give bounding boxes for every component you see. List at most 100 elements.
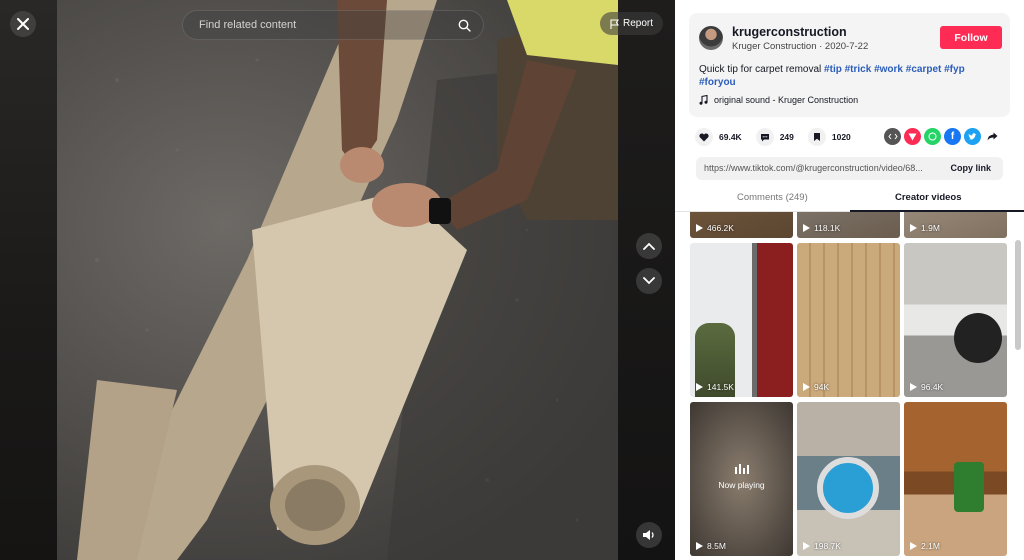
thumbnail-saw-shape bbox=[817, 457, 879, 519]
grid-scrollbar[interactable] bbox=[1015, 240, 1021, 350]
video-frame[interactable] bbox=[57, 0, 618, 560]
video-thumbnail[interactable]: 141.5K bbox=[690, 243, 793, 397]
next-video-button[interactable] bbox=[636, 268, 662, 294]
bookmark-icon bbox=[813, 133, 820, 141]
send-to-friends-icon[interactable] bbox=[904, 128, 921, 145]
comment-count: 249 bbox=[779, 132, 794, 142]
view-count: 8.5M bbox=[696, 541, 726, 551]
view-count: 96.4K bbox=[910, 382, 943, 392]
video-thumbnail[interactable]: 1.9M bbox=[904, 212, 1007, 238]
speaker-icon bbox=[643, 530, 654, 540]
share-link-url[interactable]: https://www.tiktok.com/@krugerconstructi… bbox=[704, 163, 939, 173]
view-count-label: 2.1M bbox=[921, 541, 940, 551]
video-thumbnail[interactable]: 198.7K bbox=[797, 402, 900, 556]
play-icon bbox=[910, 224, 917, 232]
view-count: 94K bbox=[803, 382, 829, 392]
action-bar: 69.4K 249 1020 bbox=[695, 127, 865, 147]
author-username[interactable]: krugerconstruction bbox=[732, 25, 847, 39]
follow-button[interactable]: Follow bbox=[940, 26, 1002, 49]
report-button[interactable]: Report bbox=[600, 12, 664, 35]
hashtag-link[interactable]: #foryou bbox=[699, 77, 736, 88]
like-count: 69.4K bbox=[719, 132, 742, 142]
volume-button[interactable] bbox=[636, 522, 662, 548]
like-button[interactable] bbox=[695, 128, 713, 146]
embed-icon[interactable] bbox=[884, 128, 901, 145]
video-thumbnail[interactable]: 118.1K bbox=[797, 212, 900, 238]
save-button[interactable] bbox=[807, 128, 826, 146]
comment-button[interactable] bbox=[755, 128, 774, 146]
play-icon bbox=[910, 383, 917, 391]
music-link[interactable]: original sound - Kruger Construction bbox=[699, 95, 858, 105]
panel-tabs: Comments (249) Creator videos bbox=[675, 185, 1024, 212]
hashtag-link[interactable]: #trick bbox=[845, 64, 872, 75]
view-count-label: 466.2K bbox=[707, 223, 734, 233]
search-input[interactable] bbox=[199, 19, 458, 31]
author-display-line: Kruger Construction · 2020-7-22 bbox=[732, 41, 869, 52]
copy-link-button[interactable]: Copy link bbox=[950, 163, 991, 173]
chevron-up-icon bbox=[643, 242, 655, 250]
view-count: 2.1M bbox=[910, 541, 940, 551]
search-bar[interactable] bbox=[182, 10, 484, 40]
video-thumbnail[interactable]: 2.1M bbox=[904, 402, 1007, 556]
heart-icon bbox=[699, 132, 709, 141]
share-arrow-icon[interactable] bbox=[984, 128, 1001, 145]
hashtag-link[interactable]: #tip bbox=[824, 64, 842, 75]
view-count-label: 8.5M bbox=[707, 541, 726, 551]
search-icon[interactable] bbox=[458, 19, 471, 32]
play-icon bbox=[696, 542, 703, 550]
play-icon bbox=[696, 383, 703, 391]
share-link-box[interactable]: https://www.tiktok.com/@krugerconstructi… bbox=[696, 157, 1003, 180]
now-playing-label: Now playing bbox=[718, 480, 765, 490]
tab-creator-videos[interactable]: Creator videos bbox=[895, 192, 962, 203]
previous-video-button[interactable] bbox=[636, 233, 662, 259]
flag-icon bbox=[610, 18, 619, 29]
save-count: 1020 bbox=[831, 132, 851, 142]
video-thumbnail[interactable]: 94K bbox=[797, 243, 900, 397]
play-icon bbox=[803, 224, 810, 232]
video-info-card: krugerconstruction Kruger Construction ·… bbox=[689, 13, 1010, 117]
play-icon bbox=[696, 224, 703, 232]
description-text: Quick tip for carpet removal bbox=[699, 64, 822, 75]
hashtag-link[interactable]: #fyp bbox=[944, 64, 965, 75]
chevron-down-icon bbox=[643, 277, 655, 285]
thumbnail-drill-shape bbox=[954, 462, 984, 512]
view-count: 141.5K bbox=[696, 382, 734, 392]
twitter-icon[interactable] bbox=[964, 128, 981, 145]
video-thumbnail[interactable]: 466.2K bbox=[690, 212, 793, 238]
view-count-label: 118.1K bbox=[814, 223, 841, 233]
hashtag-link[interactable]: #carpet bbox=[906, 64, 942, 75]
play-icon bbox=[803, 383, 810, 391]
view-count: 198.7K bbox=[803, 541, 841, 551]
view-count-label: 141.5K bbox=[707, 382, 734, 392]
tab-comments[interactable]: Comments (249) bbox=[737, 192, 808, 203]
facebook-icon[interactable]: f bbox=[944, 128, 961, 145]
close-button[interactable] bbox=[10, 11, 36, 37]
music-note-icon bbox=[699, 95, 708, 105]
play-icon bbox=[910, 542, 917, 550]
report-label: Report bbox=[623, 18, 654, 29]
play-icon bbox=[803, 542, 810, 550]
video-blur-left bbox=[0, 0, 57, 560]
video-player[interactable]: Report bbox=[0, 0, 675, 560]
view-count-label: 198.7K bbox=[814, 541, 841, 551]
share-row: f bbox=[884, 128, 1001, 145]
video-thumbnail[interactable]: 96.4K bbox=[904, 243, 1007, 397]
view-count: 118.1K bbox=[803, 223, 840, 233]
equalizer-icon bbox=[690, 464, 793, 474]
view-count-label: 1.9M bbox=[921, 223, 940, 233]
hashtag-link[interactable]: #work bbox=[874, 64, 903, 75]
comment-icon bbox=[760, 133, 769, 141]
view-count: 1.9M bbox=[910, 223, 940, 233]
video-scene bbox=[77, 0, 618, 560]
music-title: original sound - Kruger Construction bbox=[714, 95, 859, 105]
avatar[interactable] bbox=[699, 26, 723, 50]
now-playing-indicator: Now playing bbox=[690, 464, 793, 490]
view-count-label: 96.4K bbox=[921, 382, 944, 392]
video-thumbnail-now-playing[interactable]: Now playing 8.5M bbox=[690, 402, 793, 556]
view-count-label: 94K bbox=[814, 382, 830, 392]
whatsapp-icon[interactable] bbox=[924, 128, 941, 145]
thumbnail-tool-shape bbox=[954, 313, 1002, 363]
close-icon bbox=[17, 18, 29, 30]
creator-video-grid: 466.2K 118.1K 1.9M 141.5K 94K 96.4K Now … bbox=[675, 212, 1024, 560]
view-count: 466.2K bbox=[696, 223, 734, 233]
